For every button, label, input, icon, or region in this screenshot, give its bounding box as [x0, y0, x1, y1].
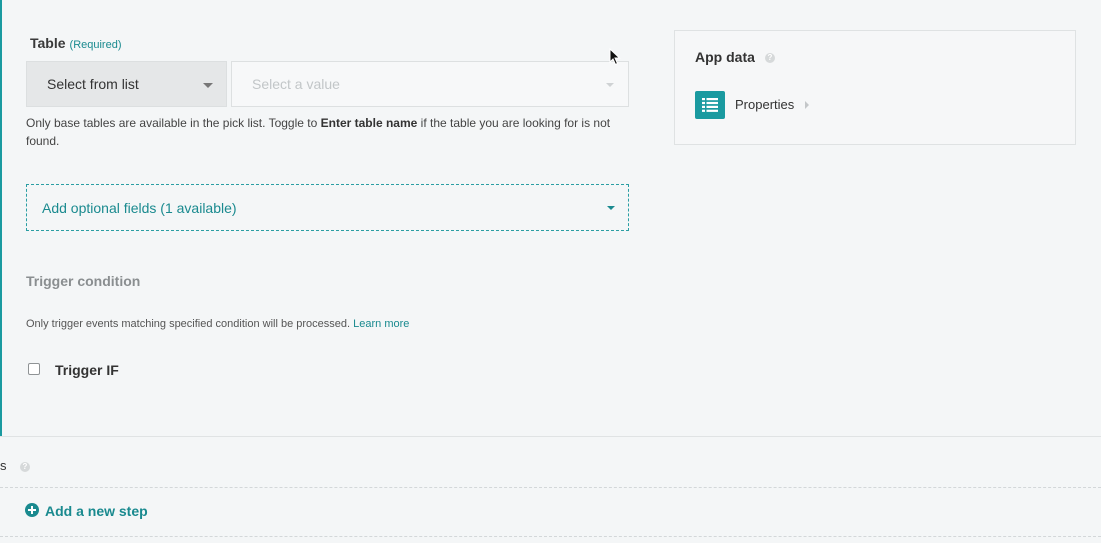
chevron-down-icon: [606, 83, 614, 87]
table-help-text: Only base tables are available in the pi…: [26, 114, 626, 150]
optional-fields-label: Add optional fields (1 available): [42, 199, 237, 216]
trigger-help-text: Only trigger events matching specified c…: [26, 318, 351, 330]
add-step-row: [0, 487, 1101, 537]
app-data-title: App data: [695, 49, 755, 65]
enter-table-name-hint: Enter table name: [320, 116, 418, 130]
chevron-down-icon: [607, 206, 615, 210]
table-field-label: Table (Required): [30, 35, 122, 51]
table-label-text: Table: [30, 35, 66, 51]
trigger-condition-heading: Trigger condition: [26, 273, 141, 289]
required-tag: (Required): [69, 39, 122, 51]
table-mode-value: Select from list: [47, 76, 139, 92]
table-value-select[interactable]: Select a value: [231, 61, 629, 107]
trigger-if-label[interactable]: Trigger IF: [55, 362, 119, 378]
trigger-condition-help: Only trigger events matching specified c…: [26, 318, 409, 330]
chevron-down-icon: [203, 83, 213, 88]
table-value-placeholder: Select a value: [252, 76, 340, 92]
list-icon[interactable]: [695, 91, 725, 119]
help-icon[interactable]: ?: [20, 462, 30, 472]
properties-item[interactable]: Properties: [735, 97, 794, 112]
chevron-right-icon[interactable]: [805, 101, 809, 109]
add-new-step-button[interactable]: Add a new step: [45, 503, 148, 519]
section-divider: [0, 436, 1101, 437]
mouse-pointer-icon: [609, 48, 621, 66]
help-text-start: Only base tables are available in the pi…: [26, 116, 321, 130]
table-mode-select[interactable]: Select from list: [26, 61, 227, 107]
app-data-panel: App data ? Properties: [674, 30, 1076, 145]
learn-more-link[interactable]: Learn more: [353, 318, 409, 330]
active-step-indicator: [0, 0, 2, 436]
add-optional-fields-dropdown[interactable]: Add optional fields (1 available): [26, 184, 629, 231]
plus-circle-icon[interactable]: [25, 503, 39, 517]
trigger-if-checkbox[interactable]: [28, 363, 40, 375]
help-icon[interactable]: ?: [765, 53, 775, 63]
actions-heading-partial: s: [0, 458, 7, 473]
